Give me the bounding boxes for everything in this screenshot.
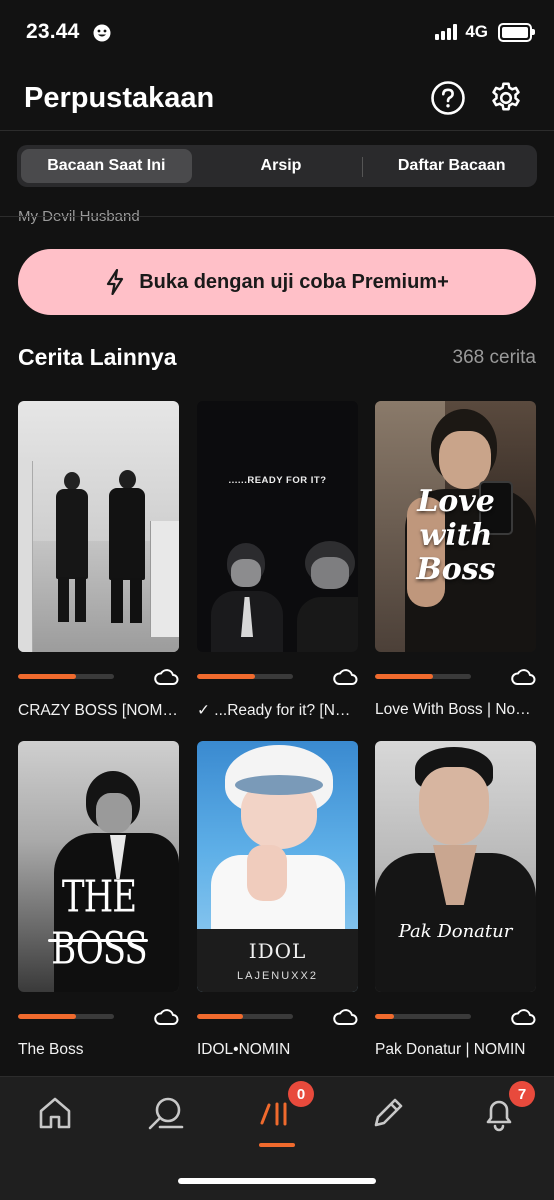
tab-reading-list[interactable]: Daftar Bacaan	[366, 145, 537, 187]
library-tabs: Bacaan Saat Ini Arsip Daftar Bacaan	[17, 145, 537, 187]
home-icon	[39, 1097, 71, 1129]
section-title: Cerita Lainnya	[18, 344, 177, 370]
network-label: 4G	[465, 22, 488, 41]
cover-text: THE BOSS	[51, 871, 147, 975]
story-card[interactable]: IDOL LAJENUXX2 IDOL•NOMIN	[197, 741, 358, 1058]
cover-subtext: LAJENUXX2	[237, 970, 318, 982]
cover-text: Love with Boss	[416, 484, 496, 587]
story-title[interactable]: The Boss	[18, 1041, 179, 1059]
smiley-icon	[93, 24, 111, 42]
story-card[interactable]: Love with Boss Love With Boss | Nomin	[375, 401, 536, 718]
story-title[interactable]: Love With Boss | Nomin	[375, 701, 536, 719]
cloud-icon[interactable]	[332, 667, 358, 687]
tab-separator	[362, 157, 363, 177]
help-button[interactable]	[430, 80, 466, 116]
status-bar: 23.44 4G	[0, 0, 554, 70]
premium-trial-button[interactable]: Buka dengan uji coba Premium+	[18, 249, 536, 315]
reading-progress	[18, 1014, 114, 1019]
story-cover[interactable]	[18, 401, 179, 652]
signal-icon	[435, 24, 458, 40]
cover-text: IDOL	[248, 939, 307, 963]
reading-progress	[375, 1014, 471, 1019]
story-title[interactable]: Pak Donatur | NOMIN	[375, 1041, 536, 1059]
nav-write[interactable]	[368, 1093, 408, 1133]
cover-text: Pak Donatur	[398, 921, 513, 942]
nav-home[interactable]	[35, 1093, 75, 1133]
settings-button[interactable]	[488, 80, 524, 116]
active-tab-indicator	[259, 1143, 295, 1147]
story-cover[interactable]: Love with Boss	[375, 401, 536, 652]
gear-icon	[492, 82, 520, 111]
tab-archive[interactable]: Arsip	[196, 145, 367, 187]
lightning-icon	[107, 269, 124, 295]
cloud-icon[interactable]	[510, 1007, 536, 1027]
reading-progress	[197, 674, 293, 679]
reading-progress	[375, 674, 471, 679]
section-count: 368 cerita	[452, 347, 536, 368]
story-card[interactable]: THE BOSS The Boss	[18, 741, 179, 1058]
tab-current-reads[interactable]: Bacaan Saat Ini	[21, 149, 192, 183]
help-icon	[431, 81, 465, 115]
cloud-icon[interactable]	[332, 1007, 358, 1027]
header: Perpustakaan	[0, 70, 554, 130]
story-cover[interactable]: Pak Donatur	[375, 741, 536, 992]
story-card[interactable]: ......READY FOR IT? ✓ ...Ready for it? […	[197, 401, 358, 719]
cloud-icon[interactable]	[510, 667, 536, 687]
premium-trial-label: Buka dengan uji coba Premium+	[139, 270, 449, 293]
story-title[interactable]: IDOL•NOMIN	[197, 1041, 358, 1059]
page-title: Perpustakaan	[24, 82, 215, 114]
cloud-icon[interactable]	[153, 667, 179, 687]
story-card[interactable]: CRAZY BOSS [NOMIN] ✓	[18, 401, 179, 719]
reading-progress	[197, 1014, 293, 1019]
story-cover[interactable]: IDOL LAJENUXX2	[197, 741, 358, 992]
story-title[interactable]: ✓ ...Ready for it? [NOMIN]	[197, 701, 358, 720]
cover-text: ......READY FOR IT?	[228, 475, 327, 486]
story-cover[interactable]: THE BOSS	[18, 741, 179, 992]
story-cover[interactable]: ......READY FOR IT?	[197, 401, 358, 652]
pencil-icon	[374, 1098, 403, 1127]
header-divider	[0, 130, 554, 131]
battery-icon	[498, 22, 535, 42]
library-badge: 0	[288, 1081, 314, 1107]
tab-divider	[0, 216, 554, 217]
status-time: 23.44	[26, 20, 80, 43]
previous-story-title[interactable]: My Devil Husband	[18, 208, 140, 230]
cloud-icon[interactable]	[153, 1007, 179, 1027]
story-title[interactable]: CRAZY BOSS [NOMIN] ✓	[18, 701, 179, 720]
reading-progress	[18, 674, 114, 679]
search-icon	[148, 1097, 184, 1130]
nav-search[interactable]	[146, 1093, 186, 1133]
story-card[interactable]: Pak Donatur Pak Donatur | NOMIN	[375, 741, 536, 1058]
notifications-badge: 7	[509, 1081, 535, 1107]
home-indicator	[178, 1178, 376, 1184]
